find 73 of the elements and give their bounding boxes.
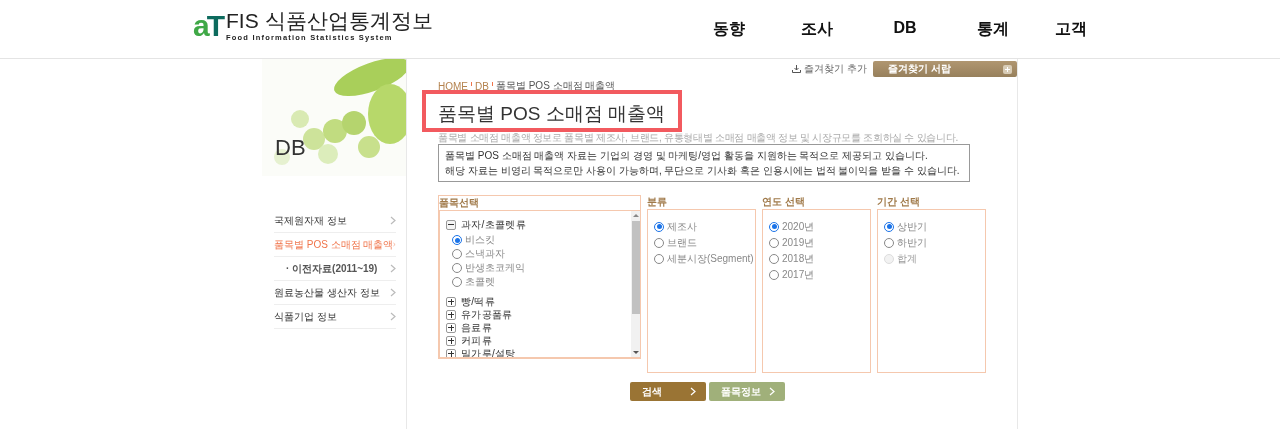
collapse-icon[interactable] bbox=[446, 219, 456, 230]
option-label: 하반기 bbox=[897, 235, 927, 250]
option-label: 2019년 bbox=[782, 235, 815, 250]
category-label[interactable]: 유가공품류 bbox=[461, 307, 513, 322]
breadcrumb-separator-icon bbox=[471, 82, 472, 86]
radio-button[interactable] bbox=[769, 237, 779, 248]
chevron-icon bbox=[390, 264, 396, 273]
panel-heading: 연도 선택 bbox=[762, 195, 806, 209]
logo-mark-letter: a bbox=[193, 11, 207, 41]
expand-icon[interactable] bbox=[446, 296, 456, 307]
nav-link[interactable]: 고객 bbox=[1037, 18, 1087, 40]
sidebar-item[interactable]: 원료농산물 생산자 정보 bbox=[274, 281, 396, 305]
option-label: 세분시장(Segment) bbox=[667, 251, 754, 266]
option-label: 상반기 bbox=[897, 219, 927, 234]
panel-heading: 기간 선택 bbox=[877, 195, 921, 209]
sidebar-item[interactable]: · 이전자료(2011~19) bbox=[274, 257, 396, 281]
expand-icon[interactable] bbox=[446, 348, 456, 357]
option-label: 2020년 bbox=[782, 219, 815, 234]
radio-button[interactable] bbox=[452, 249, 462, 259]
sidebar-item[interactable]: 국제원자재 정보 bbox=[274, 209, 396, 233]
option-label: 합계 bbox=[897, 251, 917, 266]
category-label[interactable]: 빵/떡류 bbox=[461, 294, 495, 309]
radio-button[interactable] bbox=[452, 277, 462, 287]
expand-icon[interactable] bbox=[446, 322, 456, 333]
option-label: 제조사 bbox=[667, 219, 697, 234]
radio-button[interactable] bbox=[654, 237, 664, 248]
search-button[interactable]: 검색 bbox=[630, 382, 706, 401]
radio-button[interactable] bbox=[884, 221, 894, 232]
category-label[interactable]: 커피류 bbox=[461, 333, 492, 348]
chevron-icon bbox=[390, 216, 396, 225]
panel-heading: 품목선택 bbox=[439, 196, 480, 210]
option-label: 초콜렛 bbox=[465, 275, 495, 289]
radio-button[interactable] bbox=[769, 269, 779, 280]
add-bookmark-link[interactable]: 즐겨찾기 추가 bbox=[792, 62, 867, 76]
nav-link[interactable]: 조사 bbox=[773, 18, 861, 40]
option-label: 브랜드 bbox=[667, 235, 697, 250]
download-icon bbox=[792, 65, 802, 73]
notice-text: 품목별 POS 소매점 매출액 자료는 기업의 경영 및 마케팅/영업 활동을 지원하는 목적으로 제공되고 있습니다. bbox=[445, 149, 929, 163]
chevron-icon bbox=[769, 387, 775, 396]
nav-link[interactable]: 동향 bbox=[685, 18, 773, 40]
chevron-icon bbox=[390, 288, 396, 297]
sidebar-item[interactable]: 식품기업 정보 bbox=[274, 305, 396, 329]
breadcrumb-separator-icon bbox=[491, 82, 493, 86]
chevron-icon bbox=[390, 312, 396, 321]
page-description: 품목별 소매점 매출액 정보로 품목별 제조사, 브랜드, 유통형태별 소매점 매출액 정보 및 시장규모를 조회하실 수 있습니다. bbox=[438, 131, 959, 144]
radio-button[interactable] bbox=[452, 263, 462, 273]
option-label: 스낵과자 bbox=[465, 247, 505, 261]
option-label: 2017년 bbox=[782, 267, 815, 282]
plus-icon bbox=[1003, 64, 1012, 74]
radio-button[interactable] bbox=[452, 235, 462, 245]
radio-button[interactable] bbox=[654, 221, 664, 232]
site-title: FIS 식품산업통계정보 bbox=[226, 10, 433, 33]
radio-button[interactable] bbox=[769, 221, 779, 232]
panel-heading: 분류 bbox=[647, 195, 668, 209]
nav-link[interactable]: 통계 bbox=[949, 18, 1037, 40]
radio-button[interactable] bbox=[884, 237, 894, 248]
logo-mark-letter: T bbox=[206, 11, 222, 41]
banner-title: DB bbox=[275, 135, 306, 161]
expand-icon[interactable] bbox=[446, 309, 456, 320]
expand-icon[interactable] bbox=[446, 335, 456, 346]
category-label[interactable]: 음료류 bbox=[461, 320, 492, 335]
chevron-icon bbox=[690, 387, 696, 396]
nav-link[interactable]: DB bbox=[861, 18, 949, 40]
notice-text: 해당 자료는 비영리 목적으로만 사용이 가능하며, 무단으로 기사화 혹은 인용시에는 법적 불이익을 받을 수 있습니다. bbox=[445, 164, 961, 178]
scrollbar[interactable] bbox=[631, 211, 640, 357]
radio-button[interactable] bbox=[769, 253, 779, 264]
option-label: 반생초코케익 bbox=[465, 261, 525, 275]
page-title: 품목별 POS 소매점 매출액 bbox=[438, 102, 666, 126]
option-label: 비스킷 bbox=[465, 233, 495, 247]
radio-button[interactable] bbox=[654, 253, 664, 264]
category-label[interactable]: 과자/초콜렛류 bbox=[461, 217, 526, 232]
breadcrumb-link[interactable]: 품목별 POS 소매점 매출액 bbox=[495, 79, 616, 93]
option-label: 2018년 bbox=[782, 251, 815, 266]
